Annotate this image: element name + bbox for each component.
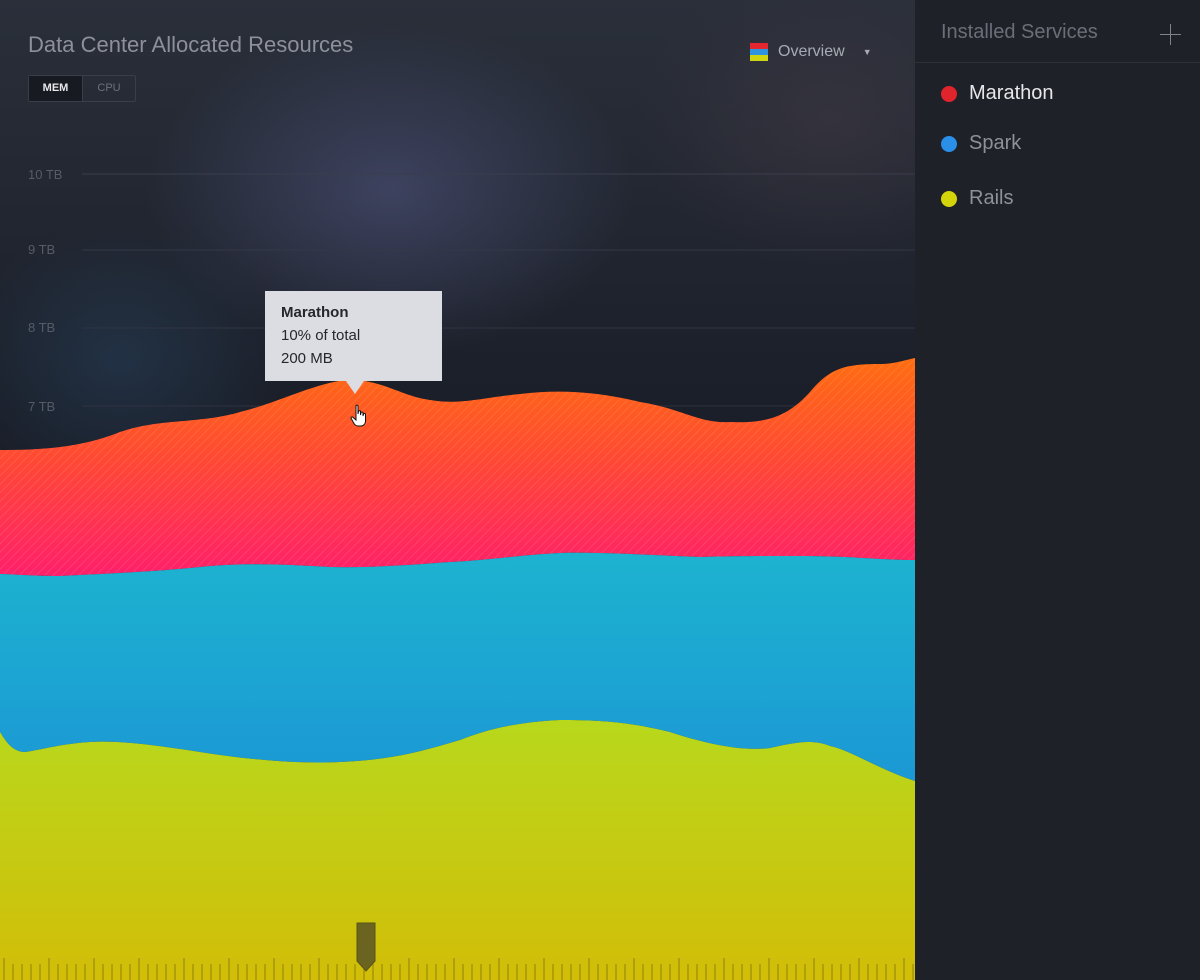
page-title: Data Center Allocated Resources — [28, 32, 354, 57]
y-tick-label: 8 TB — [28, 320, 55, 335]
tooltip-value: 200 MB — [281, 350, 333, 367]
hand-pointer-icon — [350, 404, 366, 427]
y-tick-label: 9 TB — [28, 242, 55, 257]
service-name: Marathon — [969, 82, 1054, 104]
plus-icon[interactable] — [1160, 24, 1181, 45]
sidebar-title: Installed Services — [941, 21, 1098, 43]
installed-services-sidebar: Installed Services Marathon Spark Rails — [915, 0, 1200, 980]
status-dot-icon — [941, 190, 957, 207]
y-tick-label: 7 TB — [28, 399, 55, 414]
chart-tooltip: Marathon 10% of total 200 MB — [265, 291, 442, 394]
area-marathon-hatch — [0, 358, 915, 576]
sidebar-header: Installed Services — [915, 0, 1200, 63]
overview-dropdown-label: Overview — [778, 43, 845, 60]
gridlines — [82, 173, 915, 407]
service-name: Spark — [969, 132, 1022, 154]
chevron-down-icon: ▼ — [862, 47, 872, 57]
cpu-toggle-button[interactable]: CPU — [82, 76, 135, 101]
service-item-spark[interactable]: Spark — [941, 132, 1021, 155]
chart-panel: 10 TB 9 TB 8 TB 7 TB Data Center Allocat… — [0, 0, 915, 980]
tooltip-series-name: Marathon — [281, 304, 349, 321]
stacked-area-chart[interactable]: 10 TB 9 TB 8 TB 7 TB — [0, 0, 915, 980]
overview-color-stack-icon — [750, 43, 768, 61]
y-tick-label: 10 TB — [28, 167, 62, 182]
overview-dropdown[interactable]: Overview ▼ — [750, 43, 872, 61]
resource-toggle: MEM CPU — [28, 75, 136, 102]
service-item-rails[interactable]: Rails — [941, 187, 1013, 210]
service-name: Rails — [969, 187, 1014, 209]
service-item-marathon[interactable]: Marathon — [941, 82, 1054, 105]
tooltip-share: 10% of total — [281, 327, 361, 344]
status-dot-icon — [941, 85, 957, 102]
timeline-slider-handle[interactable] — [355, 921, 377, 973]
area-rails[interactable] — [0, 720, 915, 980]
status-dot-icon — [941, 135, 957, 152]
mem-toggle-button[interactable]: MEM — [29, 76, 82, 101]
